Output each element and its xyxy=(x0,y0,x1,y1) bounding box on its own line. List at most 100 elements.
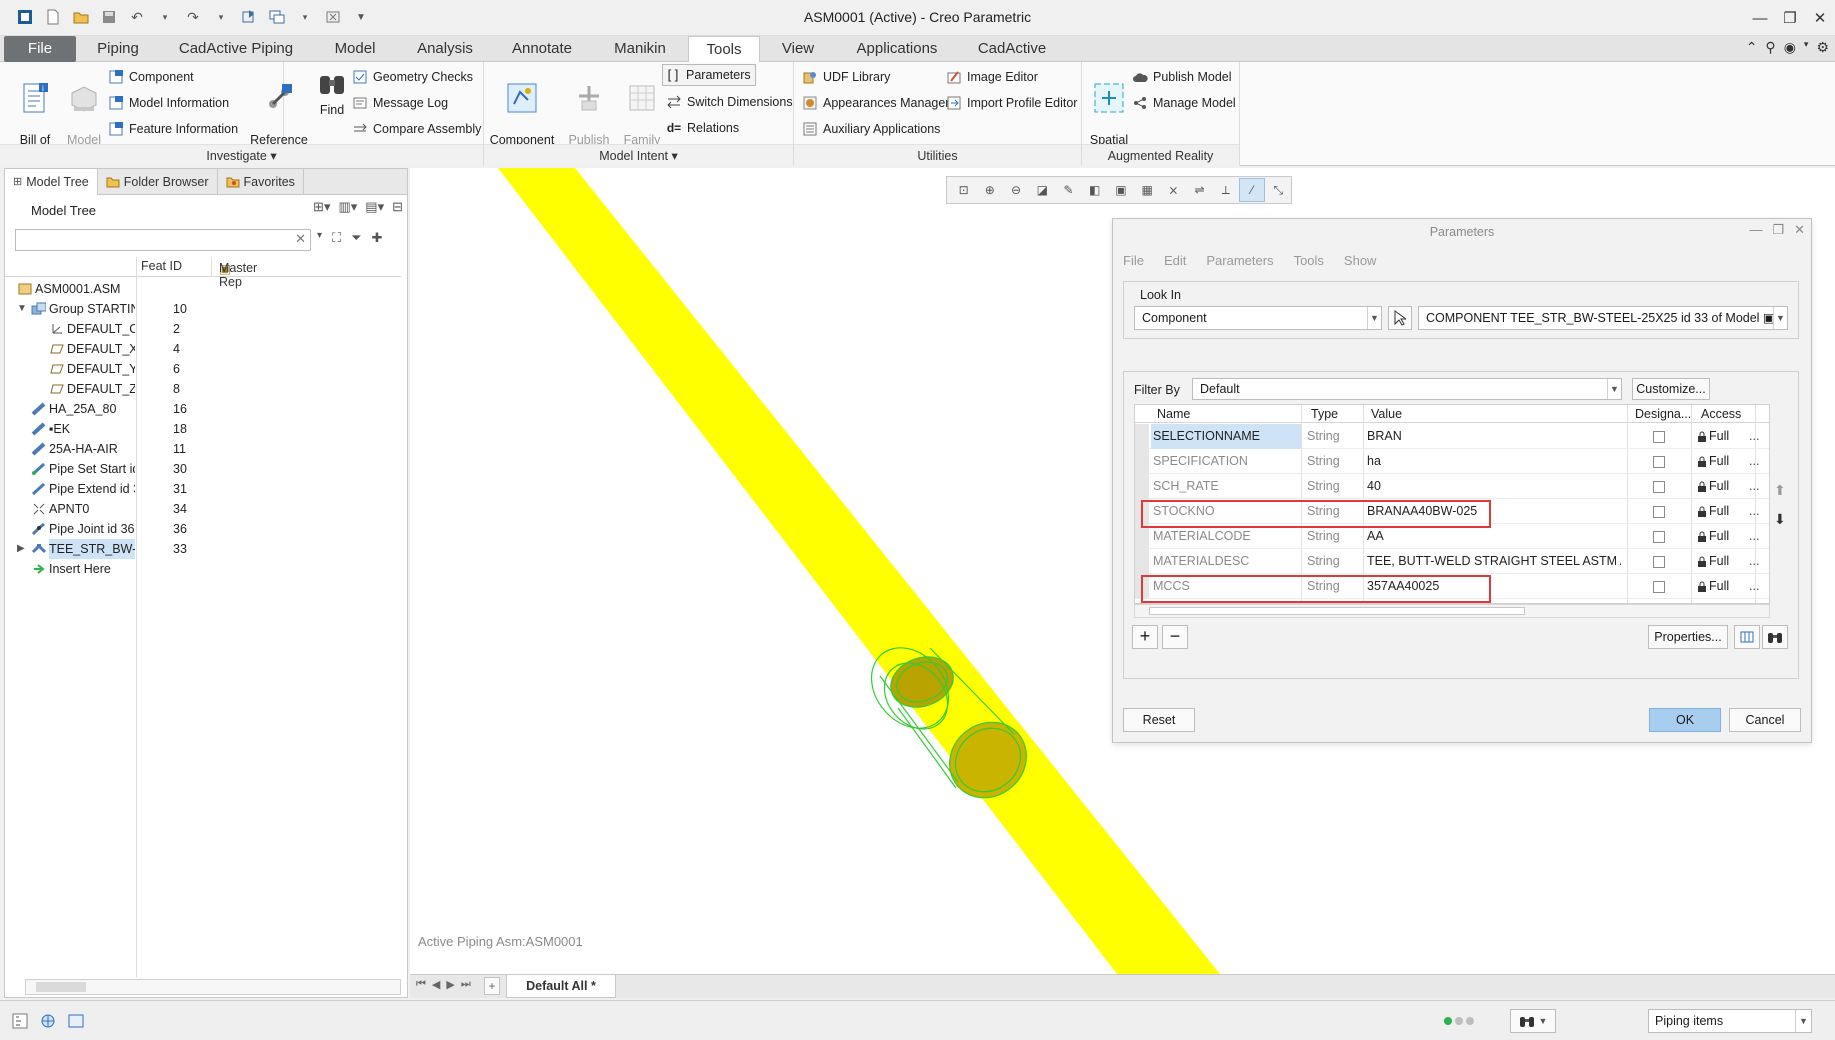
tab-view[interactable]: View xyxy=(770,36,826,62)
select-component-button[interactable] xyxy=(1388,306,1412,330)
repaint-icon[interactable]: ◪ xyxy=(1030,178,1055,202)
tab-piping[interactable]: Piping xyxy=(88,36,148,62)
row-header[interactable] xyxy=(1135,474,1149,499)
parameter-more[interactable]: ... xyxy=(1749,574,1759,599)
tree-item[interactable]: DEFAULT_X 4 xyxy=(5,339,405,359)
cancel-button[interactable]: Cancel xyxy=(1729,708,1801,732)
first-tab-icon[interactable]: ⏮ xyxy=(416,978,426,991)
dialog-maximize-icon[interactable]: ❐ xyxy=(1772,222,1784,238)
dialog-menu-edit[interactable]: Edit xyxy=(1164,253,1186,268)
parameter-value[interactable]: TEE, BUTT-WELD STRAIGHT STEEL ASTM A234 … xyxy=(1367,549,1621,574)
tree-columns-icon[interactable]: ▥▾ xyxy=(338,199,357,215)
datum-display-icon[interactable]: ⨯ xyxy=(1161,178,1186,202)
dialog-menu-tools[interactable]: Tools xyxy=(1294,253,1324,268)
add-tab-button[interactable]: + xyxy=(484,977,500,995)
settings-icon[interactable]: ⚙ xyxy=(1816,39,1829,56)
parameter-name[interactable]: MCCS xyxy=(1151,574,1301,599)
component-button[interactable]: Component xyxy=(108,66,194,88)
parameter-value[interactable]: BRAN xyxy=(1367,424,1621,449)
browser-icon[interactable] xyxy=(38,1011,58,1031)
perspective-icon[interactable]: ▦ xyxy=(1135,178,1160,202)
filter-by-select[interactable]: Default ▼ xyxy=(1192,378,1622,400)
designate-checkbox[interactable] xyxy=(1653,456,1665,468)
help-dropdown-icon[interactable]: ▾ xyxy=(1804,39,1809,56)
parameter-row[interactable]: STOCKNO String BRANAA40BW-025 Full... xyxy=(1135,499,1769,524)
tree-item[interactable]: DEFAULT_Z 8 xyxy=(5,379,405,399)
parameter-name[interactable]: STOCKNO xyxy=(1151,499,1301,524)
move-down-icon[interactable]: ⬇ xyxy=(1774,511,1786,528)
parameter-row[interactable]: SPECIFICATION String ha Full... xyxy=(1135,449,1769,474)
tab-model[interactable]: Model xyxy=(322,36,388,62)
tab-cadactive[interactable]: CadActive xyxy=(966,36,1058,62)
parameter-access[interactable]: Full xyxy=(1697,524,1729,549)
tree-horizontal-scrollbar[interactable] xyxy=(25,979,401,995)
search-options-dropdown-icon[interactable]: ▾ xyxy=(317,230,322,246)
zoom-in-icon[interactable]: ⊕ xyxy=(977,178,1002,202)
parameter-row[interactable]: SELECTIONNAME String BRAN Full... xyxy=(1135,424,1769,449)
minimize-ribbon-icon[interactable]: ⌃ xyxy=(1746,39,1758,56)
tab-cadactive-piping[interactable]: CadActive Piping xyxy=(166,36,306,62)
tab-tools[interactable]: Tools xyxy=(688,36,760,63)
tab-analysis[interactable]: Analysis xyxy=(408,36,482,62)
parameters-button[interactable]: [ ] Parameters xyxy=(662,64,756,86)
parameter-more[interactable]: ... xyxy=(1749,549,1759,574)
auxiliary-applications-button[interactable]: Auxiliary Applications xyxy=(802,118,940,140)
tab-manikin[interactable]: Manikin xyxy=(600,36,680,62)
tree-item[interactable]: Insert Here xyxy=(5,559,405,579)
close-icon[interactable]: ✕ xyxy=(1805,0,1835,36)
manage-model-button[interactable]: Manage Model xyxy=(1132,92,1236,114)
parameter-row[interactable]: MCCS String 357AA40025 Full... xyxy=(1135,574,1769,599)
dialog-menu-parameters[interactable]: Parameters xyxy=(1206,253,1273,268)
dialog-minimize-icon[interactable]: — xyxy=(1749,222,1762,238)
designate-checkbox[interactable] xyxy=(1653,481,1665,493)
parameter-type[interactable]: String xyxy=(1307,424,1340,449)
collapse-icon[interactable]: ▼ xyxy=(17,299,29,319)
tree-search-input[interactable]: ✕ xyxy=(15,229,311,251)
tab-file[interactable]: File xyxy=(4,36,76,62)
parameter-access[interactable]: Full xyxy=(1697,499,1729,524)
tab-favorites[interactable]: Favorites xyxy=(218,169,304,195)
tree-item[interactable]: ASM0001.ASM xyxy=(5,279,405,299)
tree-item[interactable]: ▪EK 18 xyxy=(5,419,405,439)
tree-item[interactable]: DEFAULT_CSYS 2 xyxy=(5,319,405,339)
tree-filters-icon[interactable]: ⊟ xyxy=(392,199,403,215)
maximize-icon[interactable]: ❐ xyxy=(1775,0,1805,36)
help-icon[interactable]: ◉ xyxy=(1784,39,1796,56)
expand-icon[interactable]: ▶ xyxy=(17,539,29,559)
tree-settings-icon[interactable]: ⊞▾ xyxy=(313,199,330,215)
parameter-type[interactable]: String xyxy=(1307,449,1340,474)
parameter-more[interactable]: ... xyxy=(1749,424,1759,449)
designate-checkbox[interactable] xyxy=(1653,506,1665,518)
parameter-type[interactable]: String xyxy=(1307,549,1340,574)
parameter-access[interactable]: Full xyxy=(1697,449,1729,474)
parameter-row[interactable]: MATERIALCODE String AA Full... xyxy=(1135,524,1769,549)
row-header[interactable] xyxy=(1135,424,1149,449)
display-style-icon[interactable]: ◧ xyxy=(1082,178,1107,202)
table-settings-button[interactable] xyxy=(1734,625,1760,649)
designate-checkbox[interactable] xyxy=(1653,531,1665,543)
tree-item[interactable]: Pipe Extend id 31 31 xyxy=(5,479,405,499)
saved-orientations-icon[interactable]: ▣ xyxy=(1108,178,1133,202)
column-feat-id[interactable]: Feat ID xyxy=(141,259,182,273)
geometry-checks-button[interactable]: Geometry Checks xyxy=(352,66,473,88)
scrollbar-thumb[interactable] xyxy=(1149,607,1525,615)
view-manager-icon[interactable]: ✎ xyxy=(1056,178,1081,202)
parameter-name[interactable]: SCH_RATE xyxy=(1151,474,1301,499)
tab-folder-browser[interactable]: Folder Browser xyxy=(98,169,218,195)
tree-item[interactable]: Pipe Joint id 36 36 xyxy=(5,519,405,539)
parameter-name[interactable]: MATERIALDESC xyxy=(1151,549,1301,574)
prev-tab-icon[interactable]: ◀ xyxy=(432,978,440,991)
row-header[interactable] xyxy=(1135,524,1149,549)
parameter-more[interactable]: ... xyxy=(1749,524,1759,549)
parameter-access[interactable]: Full xyxy=(1697,474,1729,499)
selection-filter-select[interactable]: Piping items ▼ xyxy=(1648,1009,1812,1033)
tree-item[interactable]: ▶ TEE_STR_BW-STEEL- 33 xyxy=(5,539,405,559)
row-header[interactable] xyxy=(1135,549,1149,574)
dialog-menu-show[interactable]: Show xyxy=(1344,253,1377,268)
import-profile-editor-button[interactable]: Import Profile Editor xyxy=(946,92,1077,114)
last-tab-icon[interactable]: ⏭ xyxy=(461,978,471,991)
clear-search-icon[interactable]: ✕ xyxy=(295,231,306,247)
designate-checkbox[interactable] xyxy=(1653,581,1665,593)
refit-icon[interactable]: ⊡ xyxy=(951,178,976,202)
row-header[interactable] xyxy=(1135,499,1149,524)
